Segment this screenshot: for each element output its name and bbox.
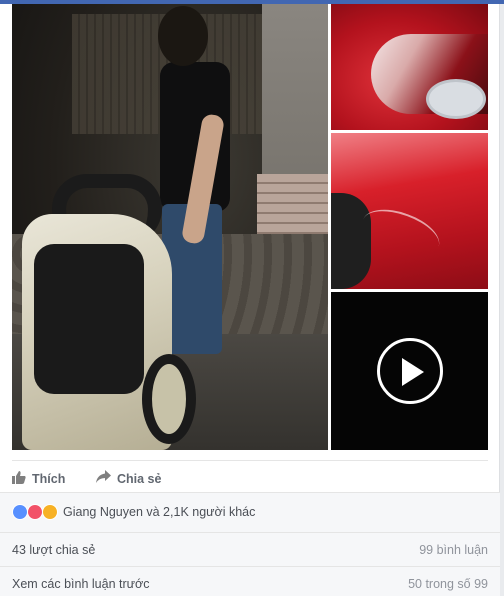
post-media [12,4,488,450]
taillight-lens [426,79,486,119]
car-tyre [331,193,371,289]
main-photo[interactable] [12,4,328,450]
side-photo-taillight[interactable] [331,4,488,130]
share-arrow-icon [96,470,111,488]
comments-bar: Xem các bình luận trước 50 trong số 99 [0,566,500,596]
photo-scooter-seat [34,244,144,394]
reactions-summary[interactable]: Giang Nguyen và 2,1K người khác [12,504,255,520]
reactions-names[interactable]: Giang Nguyen và 2,1K người khác [63,505,255,519]
like-label: Thích [32,472,66,486]
reactions-bar: Giang Nguyen và 2,1K người khác [0,492,500,532]
post-card: Thích Chia sẻ Giang Nguyen và 2,1K người… [0,4,500,596]
share-button[interactable]: Chia sẻ [96,469,161,489]
side-photo-scratch[interactable] [331,133,488,289]
comment-count[interactable]: 99 bình luận [419,543,488,557]
thumbs-up-icon [12,470,26,489]
share-label: Chia sẻ [117,472,162,486]
wow-reaction-icon [42,504,58,520]
side-video-thumbnail[interactable] [331,292,488,450]
stats-bar: 43 lượt chia sẻ 99 bình luận [0,532,500,566]
love-reaction-icon [27,504,43,520]
photo-person-head [158,6,208,66]
view-previous-comments-link[interactable]: Xem các bình luận trước [12,577,149,591]
action-bar: Thích Chia sẻ [12,460,488,494]
photo-scooter-wheel [142,354,196,444]
like-reaction-icon [12,504,28,520]
comment-pagination: 50 trong số 99 [408,577,488,591]
share-count[interactable]: 43 lượt chia sẻ [12,543,95,557]
play-icon[interactable] [377,338,443,404]
like-button[interactable]: Thích [12,469,65,489]
